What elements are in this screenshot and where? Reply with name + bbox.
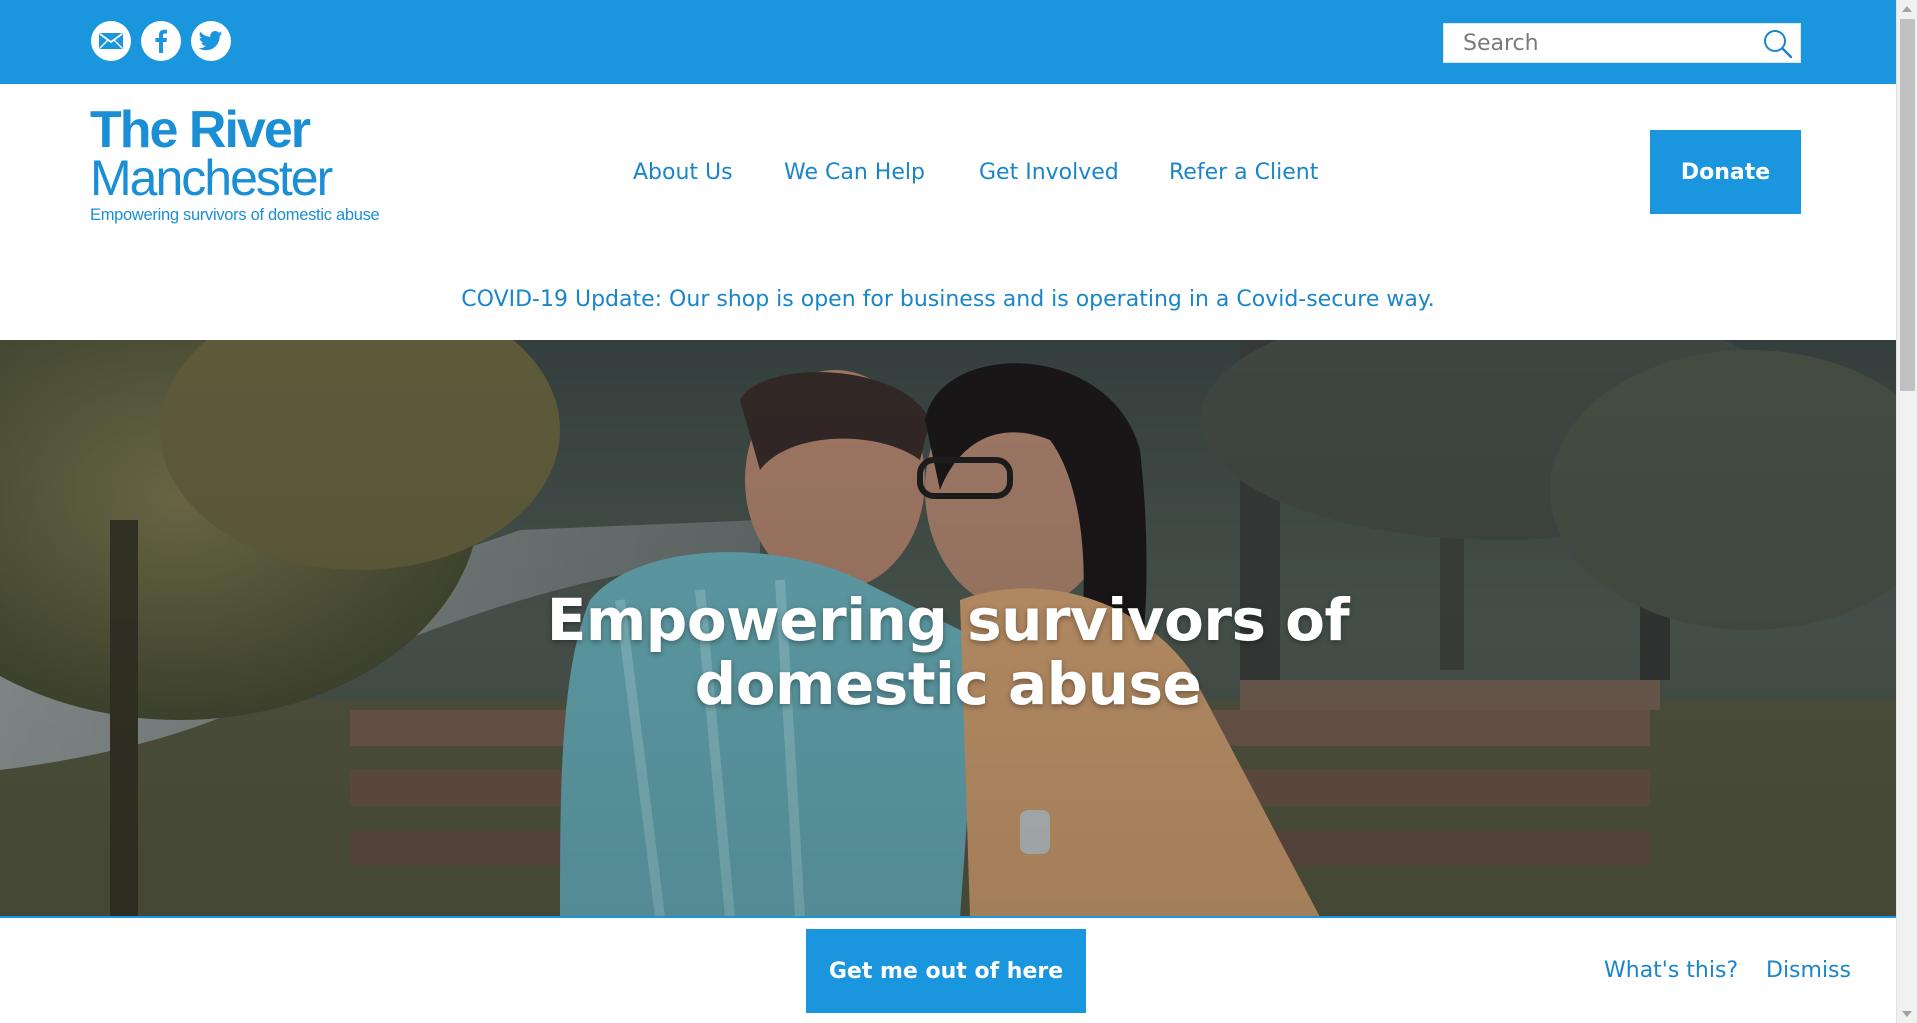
dismiss-link[interactable]: Dismiss [1766, 954, 1851, 988]
mail-icon [99, 33, 123, 49]
main-nav: About Us We Can Help Get Involved Refer … [0, 156, 1896, 190]
nav-get-involved[interactable]: Get Involved [979, 156, 1119, 190]
search-button[interactable] [1762, 28, 1794, 60]
search-input[interactable] [1444, 24, 1754, 62]
scroll-down-arrow-icon[interactable] [1902, 1011, 1912, 1017]
quick-exit-button[interactable]: Get me out of here [806, 929, 1086, 1013]
scroll-up-arrow-icon[interactable] [1902, 6, 1912, 12]
facebook-icon [155, 29, 167, 53]
hero-banner: Empowering survivors of domestic abuse [0, 340, 1896, 917]
vertical-scrollbar[interactable] [1896, 0, 1917, 1023]
hero-title-line1: Empowering survivors of [546, 586, 1350, 654]
top-bar [0, 0, 1896, 84]
twitter-link[interactable] [191, 21, 231, 61]
search-box [1443, 23, 1801, 63]
search-icon [1764, 30, 1793, 59]
logo-tagline: Empowering survivors of domestic abuse [90, 206, 380, 224]
donate-button[interactable]: Donate [1650, 130, 1801, 214]
whats-this-link[interactable]: What's this? [1604, 954, 1738, 988]
hero-title-line2: domestic abuse [694, 650, 1202, 718]
twitter-icon [199, 31, 223, 51]
scrollbar-thumb[interactable] [1900, 19, 1915, 391]
covid-notice-link[interactable]: COVID-19 Update: Our shop is open for bu… [0, 283, 1896, 317]
nav-about-us[interactable]: About Us [633, 156, 733, 190]
email-link[interactable] [91, 21, 131, 61]
nav-refer-a-client[interactable]: Refer a Client [1169, 156, 1318, 190]
nav-we-can-help[interactable]: We Can Help [784, 156, 925, 190]
page: The River Manchester Empowering survivor… [0, 0, 1896, 1023]
facebook-link[interactable] [141, 21, 181, 61]
quick-exit-divider [0, 916, 1896, 918]
hero-title: Empowering survivors of domestic abuse [0, 588, 1896, 716]
